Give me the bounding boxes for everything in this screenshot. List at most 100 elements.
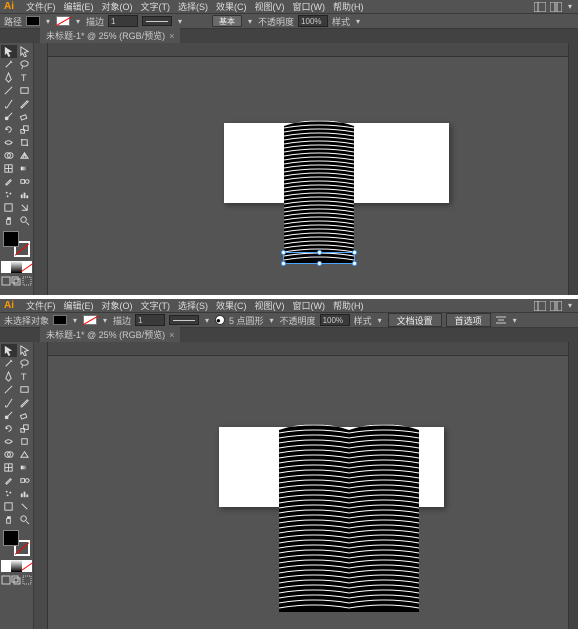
fill-dropdown-icon[interactable]: ▾ <box>71 315 79 325</box>
selection-tool-icon[interactable] <box>1 344 17 357</box>
shape-builder-tool-icon[interactable] <box>1 448 17 461</box>
brush-dropdown-icon[interactable]: ▾ <box>268 315 276 325</box>
menu-edit[interactable]: 编辑(E) <box>64 299 94 312</box>
hand-tool-icon[interactable] <box>1 214 17 227</box>
drawing-mode-behind-icon[interactable] <box>11 275 21 287</box>
blend-tool-icon[interactable] <box>17 474 33 487</box>
menu-help[interactable]: 帮助(H) <box>333 299 364 312</box>
zoom-tool-icon[interactable] <box>17 513 33 526</box>
artwork-lined-shape[interactable] <box>284 118 354 263</box>
shape-builder-tool-icon[interactable] <box>1 149 17 162</box>
stroke-swatch[interactable] <box>56 16 70 26</box>
rotate-tool-icon[interactable] <box>1 123 17 136</box>
direct-selection-tool-icon[interactable] <box>17 45 33 58</box>
opacity-input[interactable] <box>298 15 328 27</box>
selection-tool-icon[interactable] <box>1 45 17 58</box>
menu-type[interactable]: 文字(T) <box>141 0 171 13</box>
eraser-tool-icon[interactable] <box>17 409 33 422</box>
slice-tool-icon[interactable] <box>17 201 33 214</box>
menu-edit[interactable]: 编辑(E) <box>64 0 94 13</box>
brush-dot-icon[interactable]: ● <box>215 315 225 325</box>
stroke-dropdown-icon[interactable]: ▾ <box>101 315 109 325</box>
drawing-mode-normal-icon[interactable] <box>1 275 11 287</box>
fill-swatch-large[interactable] <box>3 530 19 546</box>
pen-tool-icon[interactable] <box>1 71 17 84</box>
magic-wand-tool-icon[interactable] <box>1 357 17 370</box>
line-tool-icon[interactable] <box>1 84 17 97</box>
rotate-tool-icon[interactable] <box>1 422 17 435</box>
brush-basic-button[interactable]: 基本 <box>212 15 242 27</box>
menu-type[interactable]: 文字(T) <box>141 299 171 312</box>
line-tool-icon[interactable] <box>1 383 17 396</box>
type-tool-icon[interactable]: T <box>17 71 33 84</box>
width-tool-icon[interactable] <box>1 435 17 448</box>
canvas[interactable] <box>34 342 568 629</box>
stroke-swatch[interactable] <box>83 315 97 325</box>
align-icon[interactable] <box>495 315 507 325</box>
eraser-tool-icon[interactable] <box>17 110 33 123</box>
drawing-mode-normal-icon[interactable] <box>1 574 11 586</box>
artboard-tool-icon[interactable] <box>1 500 17 513</box>
perspective-grid-tool-icon[interactable] <box>17 149 33 162</box>
preferences-button[interactable]: 首选项 <box>446 313 491 327</box>
menu-help[interactable]: 帮助(H) <box>333 0 364 13</box>
free-transform-tool-icon[interactable] <box>17 435 33 448</box>
menu-effect[interactable]: 效果(C) <box>216 299 247 312</box>
arrange-dropdown-icon[interactable]: ▾ <box>566 301 574 311</box>
panel-dock[interactable] <box>568 43 578 295</box>
eyedropper-tool-icon[interactable] <box>1 175 17 188</box>
gradient-tool-icon[interactable] <box>17 162 33 175</box>
drawing-mode-inside-icon[interactable] <box>22 574 32 586</box>
gradient-tool-icon[interactable] <box>17 461 33 474</box>
rectangle-tool-icon[interactable] <box>17 84 33 97</box>
close-tab-icon[interactable]: × <box>169 330 174 340</box>
mesh-tool-icon[interactable] <box>1 162 17 175</box>
color-mode-none[interactable] <box>22 560 32 572</box>
free-transform-tool-icon[interactable] <box>17 136 33 149</box>
width-tool-icon[interactable] <box>1 136 17 149</box>
menu-select[interactable]: 选择(S) <box>178 299 208 312</box>
fill-swatch[interactable] <box>26 16 40 26</box>
menu-file[interactable]: 文件(F) <box>26 0 56 13</box>
layout-icon[interactable] <box>534 2 546 12</box>
style-dropdown-icon[interactable]: ▾ <box>376 315 384 325</box>
mesh-tool-icon[interactable] <box>1 461 17 474</box>
symbol-sprayer-tool-icon[interactable] <box>1 487 17 500</box>
menu-object[interactable]: 对象(O) <box>102 299 133 312</box>
column-graph-tool-icon[interactable] <box>17 188 33 201</box>
stroke-style-dropdown-icon[interactable]: ▾ <box>203 315 211 325</box>
blend-tool-icon[interactable] <box>17 175 33 188</box>
arrange-icon[interactable] <box>550 2 562 12</box>
fill-stroke-selector[interactable] <box>3 530 30 556</box>
artwork-lined-shape-left[interactable] <box>279 422 349 612</box>
brush-dropdown-icon[interactable]: ▾ <box>246 16 254 26</box>
artboard-tool-icon[interactable] <box>1 201 17 214</box>
drawing-mode-behind-icon[interactable] <box>11 574 21 586</box>
stroke-style-preview[interactable] <box>169 315 199 325</box>
menu-view[interactable]: 视图(V) <box>255 0 285 13</box>
pencil-tool-icon[interactable] <box>17 396 33 409</box>
stroke-style-preview[interactable] <box>142 16 172 26</box>
fill-swatch[interactable] <box>53 315 67 325</box>
menu-effect[interactable]: 效果(C) <box>216 0 247 13</box>
menu-file[interactable]: 文件(F) <box>26 299 56 312</box>
color-mode-solid[interactable] <box>1 261 11 273</box>
paintbrush-tool-icon[interactable] <box>1 97 17 110</box>
drawing-mode-inside-icon[interactable] <box>22 275 32 287</box>
color-mode-none[interactable] <box>22 261 32 273</box>
pencil-tool-icon[interactable] <box>17 97 33 110</box>
menu-object[interactable]: 对象(O) <box>102 0 133 13</box>
arrange-icon[interactable] <box>550 301 562 311</box>
color-mode-solid[interactable] <box>1 560 11 572</box>
arrange-dropdown-icon[interactable]: ▾ <box>566 2 574 12</box>
column-graph-tool-icon[interactable] <box>17 487 33 500</box>
layout-icon[interactable] <box>534 301 546 311</box>
scale-tool-icon[interactable] <box>17 123 33 136</box>
stroke-weight-input[interactable] <box>135 314 165 326</box>
lasso-tool-icon[interactable] <box>17 58 33 71</box>
scale-tool-icon[interactable] <box>17 422 33 435</box>
menu-view[interactable]: 视图(V) <box>255 299 285 312</box>
document-setup-button[interactable]: 文档设置 <box>388 313 442 327</box>
opacity-input[interactable] <box>320 314 350 326</box>
canvas[interactable] <box>34 43 568 295</box>
